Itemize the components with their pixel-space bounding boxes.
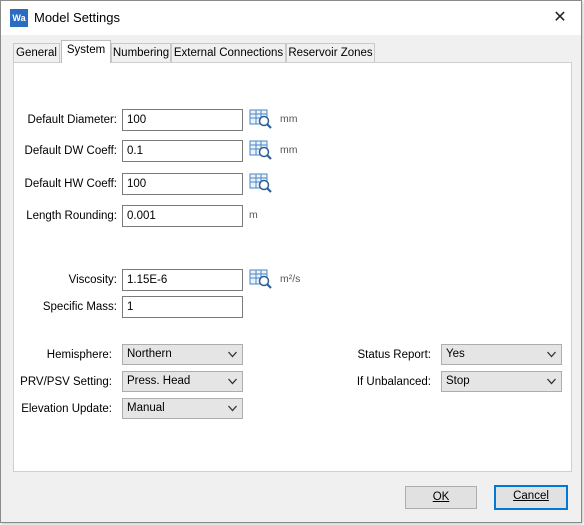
prv-psv-setting-label: PRV/PSV Setting: bbox=[20, 376, 112, 388]
status-report-value: Yes bbox=[446, 348, 465, 360]
viscosity-unit: m²/s bbox=[280, 273, 301, 285]
title-bar: Wa Model Settings ✕ bbox=[1, 1, 581, 35]
ok-button-label: OK bbox=[432, 491, 450, 503]
tab-external-connections[interactable]: External Connections bbox=[171, 43, 286, 63]
table-magnifier-icon[interactable] bbox=[249, 172, 273, 194]
tab-numbering[interactable]: Numbering bbox=[111, 43, 171, 63]
hemisphere-value: Northern bbox=[127, 348, 172, 360]
default-dw-coeff-unit: mm bbox=[280, 144, 298, 156]
dialog-title: Model Settings bbox=[34, 10, 120, 25]
table-magnifier-icon[interactable] bbox=[249, 139, 273, 161]
prv-psv-setting-value: Press. Head bbox=[127, 375, 191, 387]
system-tab-panel: Default Diameter: 100 mm Default DW Coef… bbox=[13, 62, 572, 472]
if-unbalanced-label: If Unbalanced: bbox=[356, 376, 431, 388]
default-hw-coeff-label: Default HW Coeff: bbox=[24, 178, 117, 190]
table-magnifier-icon[interactable] bbox=[249, 268, 273, 290]
specific-mass-label: Specific Mass: bbox=[42, 301, 117, 313]
chevron-down-icon bbox=[547, 351, 556, 358]
default-diameter-input[interactable]: 100 bbox=[122, 109, 243, 131]
length-rounding-input[interactable]: 0.001 bbox=[122, 205, 243, 227]
cancel-button-label: Cancel bbox=[513, 490, 549, 502]
table-magnifier-icon[interactable] bbox=[249, 108, 273, 130]
default-hw-coeff-input[interactable]: 100 bbox=[122, 173, 243, 195]
model-settings-dialog: Wa Model Settings ✕ General System Numbe… bbox=[0, 0, 582, 523]
app-logo-icon: Wa bbox=[10, 9, 28, 27]
hemisphere-select[interactable]: Northern bbox=[122, 344, 243, 365]
length-rounding-unit: m bbox=[249, 209, 258, 221]
status-report-label: Status Report: bbox=[357, 349, 431, 361]
prv-psv-setting-select[interactable]: Press. Head bbox=[122, 371, 243, 392]
default-dw-coeff-input[interactable]: 0.1 bbox=[122, 140, 243, 162]
close-button[interactable]: ✕ bbox=[545, 4, 575, 32]
chevron-down-icon bbox=[228, 351, 237, 358]
elevation-update-select[interactable]: Manual bbox=[122, 398, 243, 419]
cancel-button[interactable]: Cancel bbox=[494, 485, 568, 510]
chevron-down-icon bbox=[228, 405, 237, 412]
viscosity-input[interactable]: 1.15E-6 bbox=[122, 269, 243, 291]
if-unbalanced-select[interactable]: Stop bbox=[441, 371, 562, 392]
status-report-select[interactable]: Yes bbox=[441, 344, 562, 365]
default-diameter-unit: mm bbox=[280, 113, 298, 125]
elevation-update-value: Manual bbox=[127, 402, 165, 414]
chevron-down-icon bbox=[547, 378, 556, 385]
tab-system[interactable]: System bbox=[61, 40, 111, 63]
chevron-down-icon bbox=[228, 378, 237, 385]
length-rounding-label: Length Rounding: bbox=[26, 210, 117, 222]
viscosity-label: Viscosity: bbox=[68, 274, 117, 286]
default-diameter-label: Default Diameter: bbox=[27, 114, 117, 126]
ok-button[interactable]: OK bbox=[405, 486, 477, 509]
specific-mass-input[interactable]: 1 bbox=[122, 296, 243, 318]
tab-general[interactable]: General bbox=[13, 43, 60, 63]
tab-reservoir-zones[interactable]: Reservoir Zones bbox=[286, 43, 375, 63]
elevation-update-label: Elevation Update: bbox=[21, 403, 112, 415]
if-unbalanced-value: Stop bbox=[446, 375, 470, 387]
default-dw-coeff-label: Default DW Coeff: bbox=[24, 145, 117, 157]
hemisphere-label: Hemisphere: bbox=[46, 349, 112, 361]
close-icon: ✕ bbox=[553, 9, 567, 26]
